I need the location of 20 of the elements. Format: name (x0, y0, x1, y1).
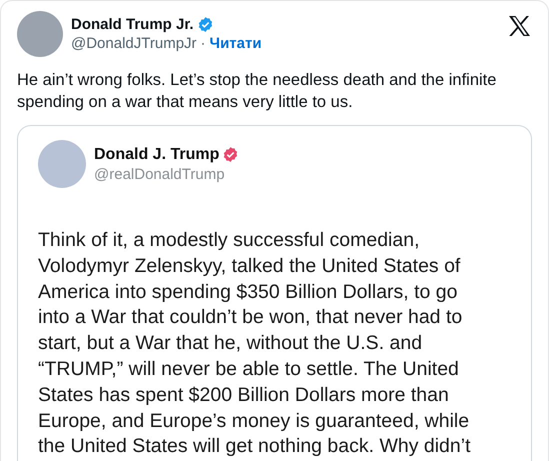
avatar[interactable] (17, 11, 63, 57)
quoted-text-line: Europe, and Europe’s money is guaranteed, while (38, 408, 470, 434)
quoted-author-handle: @realDonaldTrump (94, 166, 226, 182)
quoted-text-line: into a War that couldn’t be won, that never had to (38, 305, 464, 330)
quoted-text-line: States has spent $200 Billion Dollars more than (38, 382, 450, 408)
tweet-text: He ain’t wrong folks. Let’s stop the needless death and the infinite spending on a war that means very little to us. (17, 70, 498, 113)
author-handle[interactable]: @DonaldJTrumpJr (71, 35, 197, 52)
quoted-author-name: Donald J. Trump (94, 146, 220, 164)
quoted-text-line: Volodymyr Zelenskyy, talked the United States of (38, 254, 462, 279)
quoted-text-line: “TRUMP,” will never be able to settle. The United (38, 356, 460, 382)
x-logo-icon[interactable] (508, 15, 532, 37)
avatar (38, 140, 86, 188)
separator: · (200, 35, 206, 52)
follow-link[interactable]: Читати (210, 35, 262, 52)
quoted-text-line: the United States will get nothing back. Why didn’t (38, 434, 472, 460)
author-name[interactable]: Donald Trump Jr. (71, 16, 194, 33)
quoted-post[interactable] (17, 125, 532, 461)
quoted-text-line: start, but a War that he, without the U.S. and (38, 331, 424, 356)
quoted-text-line: America into spending $350 Billion Dollars, to go (38, 280, 458, 305)
quoted-text-line: Think of it, a modestly successful comedian, (38, 228, 420, 253)
